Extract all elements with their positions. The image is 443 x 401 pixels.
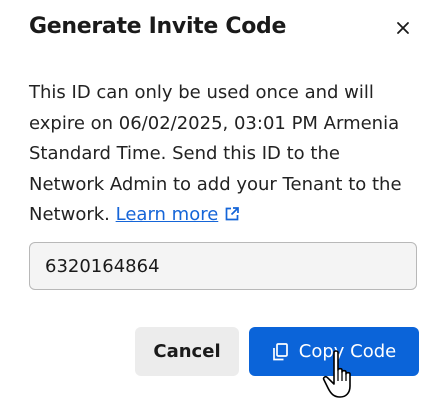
cancel-button-label: Cancel: [153, 341, 221, 362]
copy-code-button-label: Copy Code: [298, 341, 397, 362]
invite-code-field[interactable]: [29, 242, 417, 290]
dialog-title: Generate Invite Code: [29, 14, 287, 39]
copy-icon: [272, 342, 289, 361]
external-link-icon[interactable]: [224, 202, 240, 233]
close-button[interactable]: [392, 17, 414, 39]
invite-code-dialog: Generate Invite Code This ID can only be…: [0, 0, 443, 401]
close-icon: [397, 22, 409, 34]
dialog-message-block: This ID can only be used once and will e…: [29, 78, 419, 233]
learn-more-link[interactable]: Learn more: [116, 204, 219, 225]
copy-code-button[interactable]: Copy Code: [249, 327, 419, 376]
cancel-button[interactable]: Cancel: [135, 327, 239, 376]
